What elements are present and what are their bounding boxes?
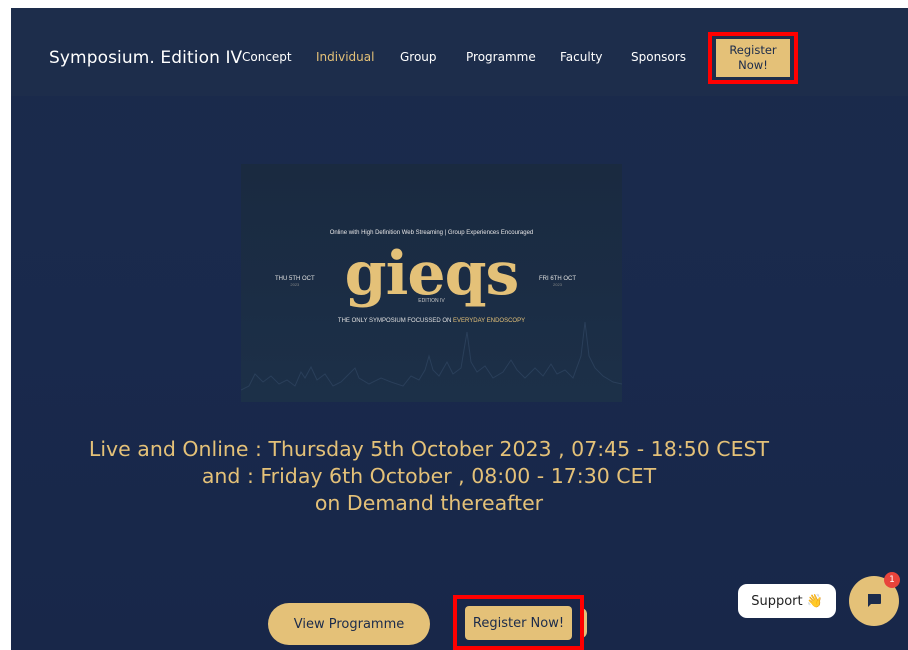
register-nav-button[interactable]: Register Now! [716,39,790,77]
nav-link-programme[interactable]: Programme [466,50,536,64]
register-now-button[interactable]: Register Now! [465,606,572,640]
navbar: Symposium. Edition IV Concept Individual… [11,8,908,96]
city-skyline-graphic [241,321,622,391]
hero-date-right-year: 2023 [553,282,562,287]
nav-link-concept[interactable]: Concept [242,50,292,64]
register-nav-line2: Now! [738,58,768,72]
hero-tagline: Online with High Definition Web Streamin… [329,230,534,236]
nav-link-faculty[interactable]: Faculty [560,50,603,64]
chat-bubble-icon [868,594,881,607]
event-info: Live and Online : Thursday 5th October 2… [11,436,847,517]
waving-hand-icon: 👋 [806,593,823,609]
support-button[interactable]: Support 👋 [738,584,836,618]
support-label: Support [751,593,803,609]
event-line-3: on Demand thereafter [314,491,544,515]
register-now-highlight: Register Now! [453,595,584,650]
register-nav-line1: Register [729,43,777,57]
gieqs-logo: gieqs [344,239,520,309]
event-line-2: and : Friday 6th October , 08:00 - 17:30… [201,464,657,488]
nav-link-group[interactable]: Group [400,50,437,64]
register-nav-highlight: Register Now! [708,32,798,84]
hero-date-right: FRI 6TH OCT 2023 [539,276,576,287]
page: Symposium. Edition IV Concept Individual… [11,8,908,650]
view-programme-button[interactable]: View Programme [268,603,430,645]
brand-title[interactable]: Symposium. Edition IV [49,48,242,68]
nav-link-individual[interactable]: Individual [316,50,374,64]
hero-banner-image: Online with High Definition Web Streamin… [241,164,622,402]
nav-link-sponsors[interactable]: Sponsors [631,50,686,64]
hero-edition: EDITION IV [418,298,445,304]
event-line-1: Live and Online : Thursday 5th October 2… [88,437,770,461]
chat-notification-badge: 1 [884,572,900,588]
